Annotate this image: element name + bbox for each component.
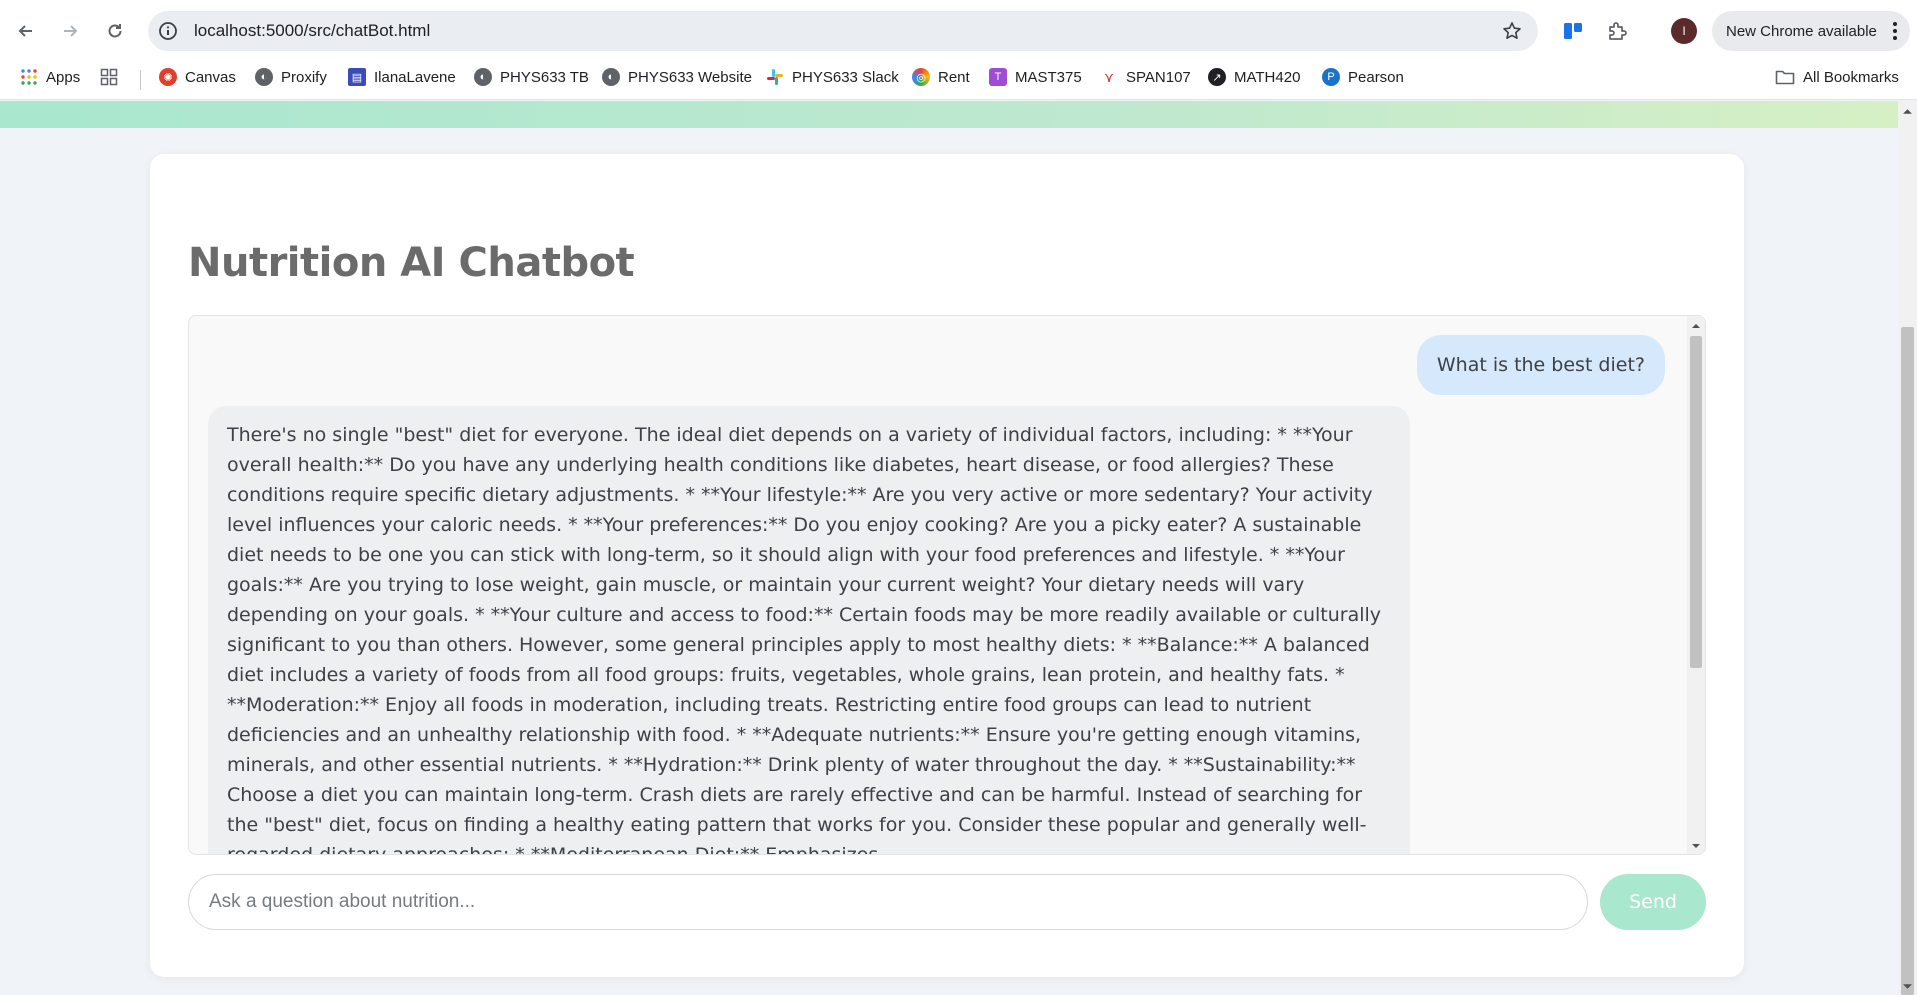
- bookmark-label: Rent: [938, 68, 970, 86]
- page-scroll-thumb[interactable]: [1901, 327, 1914, 995]
- chat-scrollbar[interactable]: [1687, 316, 1705, 854]
- bookmark-label: PHYS633 Website: [628, 68, 752, 86]
- chat-card: Nutrition AI Chatbot What is the best di…: [150, 154, 1744, 977]
- chat-window[interactable]: What is the best diet? There's no single…: [188, 315, 1706, 855]
- bookmarks-bar: Apps ✺ Canvas ◐ Proxify ▤ IlanaLavene ◐ …: [0, 62, 1917, 100]
- bookmark-label: MAST375: [1015, 68, 1082, 86]
- apps-grid-icon: [21, 69, 37, 85]
- forward-arrow-icon: [64, 25, 78, 37]
- bookmark-label: Proxify: [281, 68, 327, 86]
- forward-button[interactable]: [54, 15, 86, 47]
- bookmark-label: IlanaLavene: [374, 68, 456, 86]
- canvas-icon: ✺: [159, 68, 177, 86]
- all-bookmarks-button[interactable]: All Bookmarks: [1775, 62, 1899, 92]
- update-label: New Chrome available: [1726, 22, 1877, 40]
- folder-icon: [1775, 70, 1795, 85]
- bookmark-label: SPAN107: [1126, 68, 1191, 86]
- question-input[interactable]: [188, 874, 1588, 930]
- bot-message: There's no single "best" diet for everyo…: [208, 406, 1410, 854]
- profile-avatar[interactable]: I: [1671, 18, 1697, 44]
- send-button[interactable]: Send: [1600, 874, 1706, 930]
- bookmark-label: Canvas: [185, 68, 236, 86]
- bookmark-star-icon[interactable]: [1502, 21, 1522, 41]
- bookmark-label: PHYS633 Slack: [792, 68, 899, 86]
- page-icon: ▤: [348, 68, 366, 86]
- chat-scroll-thumb[interactable]: [1690, 336, 1702, 668]
- bookmark-label: MATH420: [1234, 68, 1301, 86]
- bookmark-phys633-website[interactable]: ◐ PHYS633 Website: [602, 62, 752, 92]
- bookmark-apps[interactable]: Apps: [20, 62, 80, 92]
- chrome-update-button[interactable]: New Chrome available: [1712, 11, 1910, 51]
- site-info-icon[interactable]: [158, 21, 178, 41]
- reload-icon: [108, 24, 122, 38]
- mast-icon: T: [989, 68, 1007, 86]
- bookmark-label: Apps: [46, 68, 81, 86]
- extensions-puzzle-icon[interactable]: [1606, 19, 1630, 43]
- slack-icon: [767, 69, 783, 85]
- page-viewport: Nutrition AI Chatbot What is the best di…: [0, 101, 1898, 995]
- reload-button[interactable]: [99, 15, 131, 47]
- rent-icon: ◎: [912, 68, 930, 86]
- pearson-icon: P: [1322, 68, 1340, 86]
- extension-tile-icon[interactable]: [1561, 19, 1585, 43]
- bookmark-label: Pearson: [1348, 68, 1404, 86]
- bookmark-canvas[interactable]: ✺ Canvas: [159, 62, 236, 92]
- user-message: What is the best diet?: [1416, 335, 1665, 395]
- all-bookmarks-label: All Bookmarks: [1803, 68, 1899, 86]
- bookmark-math420[interactable]: ↗ MATH420: [1208, 62, 1300, 92]
- scroll-up-arrow-icon[interactable]: [1691, 321, 1701, 331]
- page-title: Nutrition AI Chatbot: [188, 240, 635, 286]
- tab-grid-icon: [100, 68, 118, 86]
- page-scroll-down-arrow-icon[interactable]: [1902, 981, 1913, 992]
- math-icon: ↗: [1208, 68, 1226, 86]
- bookmark-mast375[interactable]: T MAST375: [989, 62, 1082, 92]
- globe-icon: ◐: [602, 68, 620, 86]
- url-text[interactable]: localhost:5000/src/chatBot.html: [194, 21, 430, 41]
- bookmark-proxify[interactable]: ◐ Proxify: [255, 62, 327, 92]
- scroll-down-arrow-icon[interactable]: [1691, 841, 1701, 851]
- bookmark-label: PHYS633 TB: [500, 68, 589, 86]
- back-arrow-icon: [18, 25, 32, 37]
- back-button[interactable]: [10, 15, 42, 47]
- page-scrollbar[interactable]: [1898, 101, 1917, 995]
- globe-icon: ◐: [255, 68, 273, 86]
- globe-icon: ◐: [474, 68, 492, 86]
- tab-groups-button[interactable]: [100, 62, 126, 92]
- bookmarks-separator: [140, 70, 141, 90]
- address-bar[interactable]: localhost:5000/src/chatBot.html: [148, 11, 1538, 51]
- bookmark-span107[interactable]: ⋎ SPAN107: [1100, 62, 1191, 92]
- more-menu-icon[interactable]: [1892, 20, 1898, 42]
- bookmark-phys633-slack[interactable]: PHYS633 Slack: [766, 62, 899, 92]
- header-banner: [0, 101, 1898, 128]
- bookmark-ilanalavene[interactable]: ▤ IlanaLavene: [348, 62, 456, 92]
- bookmark-rent[interactable]: ◎ Rent: [912, 62, 970, 92]
- browser-toolbar: localhost:5000/src/chatBot.html I New Ch…: [0, 0, 1917, 62]
- bookmark-phys633-tb[interactable]: ◐ PHYS633 TB: [474, 62, 589, 92]
- page-scroll-up-arrow-icon[interactable]: [1902, 106, 1913, 117]
- span-icon: ⋎: [1103, 68, 1115, 85]
- bookmark-pearson[interactable]: P Pearson: [1322, 62, 1404, 92]
